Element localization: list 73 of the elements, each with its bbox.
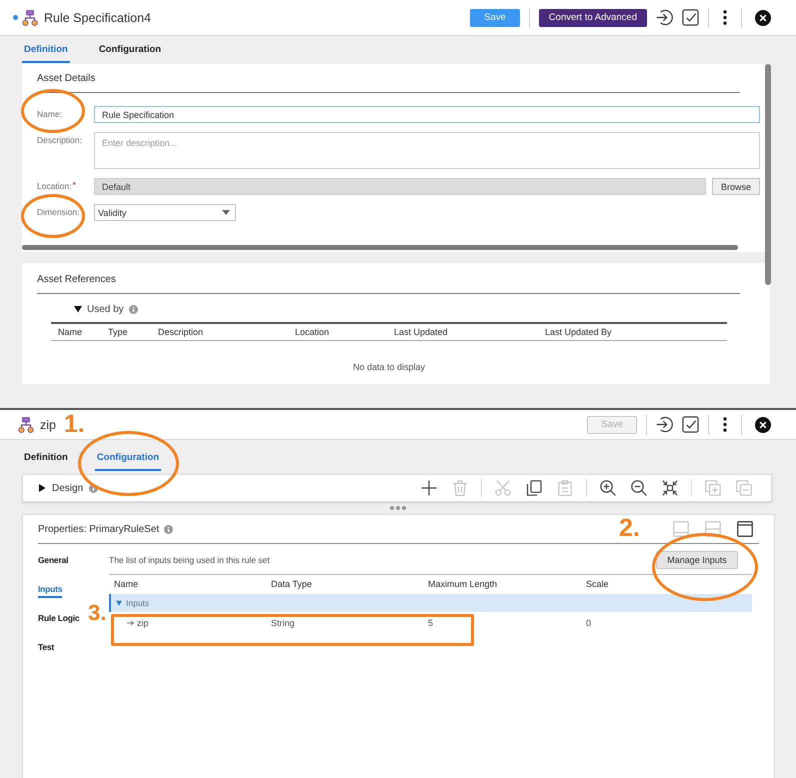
hierarchy-icon	[18, 416, 34, 432]
tab[interactable]: Configuration	[94, 452, 162, 471]
nav-tab[interactable]: Rule Logic	[38, 612, 80, 627]
text-field[interactable]: Rule Specification	[94, 106, 760, 123]
step-number: 1.	[64, 411, 85, 437]
fit-to-screen-icon[interactable]	[662, 480, 678, 496]
group-row[interactable]: Inputs	[109, 594, 752, 612]
more-icon[interactable]	[723, 417, 727, 432]
dropdown-field[interactable]: Validity	[94, 204, 236, 221]
group-label: Inputs	[126, 598, 150, 608]
nav-tab[interactable]: General	[38, 554, 68, 569]
field-label: Location:	[37, 181, 72, 192]
field-label: Dimension:	[37, 207, 80, 218]
description-field[interactable]: Enter description...	[94, 132, 760, 169]
table-cell-text: 5	[428, 618, 434, 628]
section-title: Asset Details	[37, 64, 740, 93]
section-toggle[interactable]: Used by	[87, 304, 124, 314]
browse-button[interactable]: Browse	[712, 178, 760, 195]
column-header: Name	[58, 327, 84, 337]
column-header: Name	[114, 578, 140, 588]
table-cell: zip	[137, 618, 149, 628]
column-header: Location	[295, 327, 330, 337]
empty-message: No data to display	[352, 362, 426, 372]
column-header: Maximum Length	[428, 578, 498, 588]
tick-square-icon[interactable]	[682, 9, 699, 26]
nav-tab[interactable]: Test	[38, 641, 54, 656]
more-icon[interactable]	[723, 10, 727, 25]
arrow-icon	[127, 620, 134, 626]
caret-icon[interactable]	[38, 484, 46, 492]
nav-tab[interactable]: Inputs	[38, 583, 62, 598]
info-icon	[164, 524, 174, 534]
tick-square-icon[interactable]	[682, 416, 699, 433]
close-icon[interactable]	[755, 10, 771, 26]
panel-title: Properties: PrimaryRuleSet	[38, 524, 160, 534]
tab[interactable]: Definition	[22, 452, 70, 471]
required-mark: *	[72, 181, 76, 190]
panel-layout-icon[interactable]	[737, 521, 753, 537]
step-number: 3.	[88, 601, 106, 625]
section-toggle[interactable]: Design	[52, 482, 84, 494]
column-header: Last Updated	[394, 327, 449, 337]
info-icon	[128, 304, 138, 314]
asset-title: zip	[40, 418, 56, 432]
column-header: Type	[108, 327, 129, 337]
info-icon	[89, 484, 98, 492]
zoom-out-icon[interactable]	[631, 480, 647, 496]
table-cell-text: String	[271, 618, 296, 628]
horizontal-scrollbar[interactable]	[22, 245, 738, 250]
vertical-scrollbar[interactable]	[765, 64, 771, 285]
enter-icon[interactable]	[656, 9, 673, 26]
manage-inputs-button[interactable]: Manage Inputs	[656, 551, 738, 569]
zoom-in-icon[interactable]	[600, 480, 616, 496]
close-icon[interactable]	[755, 416, 771, 432]
column-header: Scale	[586, 578, 610, 588]
field-label: Description:	[37, 135, 82, 146]
splitter-handle-icon[interactable]	[390, 506, 406, 510]
enter-icon[interactable]	[656, 416, 673, 433]
convert-button[interactable]: Convert to Advanced	[538, 8, 647, 26]
tab[interactable]: Configuration	[96, 44, 164, 63]
asset-title: Rule Specification4	[44, 10, 152, 24]
hierarchy-icon	[22, 10, 38, 26]
column-header: Last Updated By	[545, 327, 613, 337]
plus-icon[interactable]	[421, 480, 437, 496]
table-cell-text: 0	[586, 618, 592, 628]
description-text: The list of inputs being used in this rule set	[109, 555, 270, 566]
copy-icon[interactable]	[526, 480, 542, 496]
section-title: Asset References	[37, 263, 740, 294]
location-field[interactable]: Default	[94, 178, 706, 195]
caret-icon[interactable]	[74, 305, 82, 313]
field-label: Name:	[37, 109, 62, 120]
caret-icon	[222, 210, 230, 215]
step-number: 2.	[619, 515, 640, 541]
column-header: Description	[158, 327, 204, 337]
column-header: Data Type	[271, 578, 313, 588]
